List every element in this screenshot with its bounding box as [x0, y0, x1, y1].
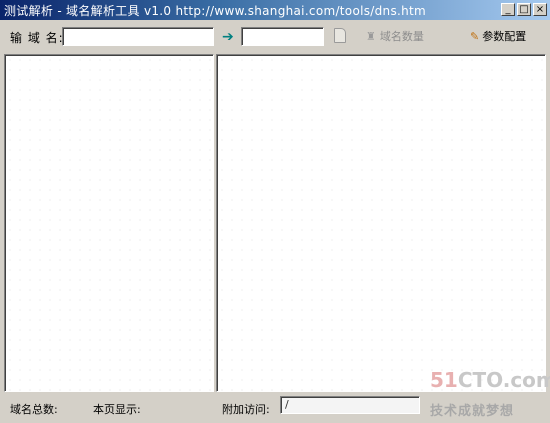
results-pane[interactable]	[216, 54, 546, 392]
arrow-right-icon[interactable]: ➔	[222, 29, 234, 45]
window-controls: _ □ ×	[501, 3, 547, 16]
domain-input[interactable]	[62, 27, 214, 46]
domain-count-label: 域名数量	[379, 30, 424, 43]
toolbar: 输 域 名: ➔ ♜ 域名数量 ✎ 参数配置	[0, 22, 550, 50]
secondary-input[interactable]	[241, 27, 324, 46]
maximize-button[interactable]: □	[517, 3, 531, 16]
domain-total-label: 域名总数:	[10, 403, 58, 416]
window-title: 测试解析 - 域名解析工具 v1.0 http://www.shanghai.c…	[4, 4, 427, 18]
minimize-button[interactable]: _	[501, 3, 515, 16]
pencil-icon: ✎	[470, 30, 480, 43]
title-bar: 测试解析 - 域名解析工具 v1.0 http://www.shanghai.c…	[0, 0, 550, 20]
domain-list-pane[interactable]	[4, 54, 214, 392]
domain-count-button[interactable]: ♜ 域名数量	[366, 28, 424, 44]
watermark-logo: 51CTO.com	[430, 368, 550, 392]
page-display-label: 本页显示:	[93, 403, 141, 416]
extra-access-label: 附加访问:	[222, 403, 270, 416]
counter-icon: ♜	[366, 30, 376, 43]
domain-label: 输 域 名:	[10, 31, 64, 45]
document-icon[interactable]	[334, 28, 346, 43]
config-label: 参数配置	[482, 30, 527, 43]
watermark-slogan: 技术成就梦想	[430, 404, 515, 419]
config-button[interactable]: ✎ 参数配置	[470, 28, 526, 44]
close-button[interactable]: ×	[533, 3, 547, 16]
extra-access-input[interactable]: /	[280, 396, 420, 414]
